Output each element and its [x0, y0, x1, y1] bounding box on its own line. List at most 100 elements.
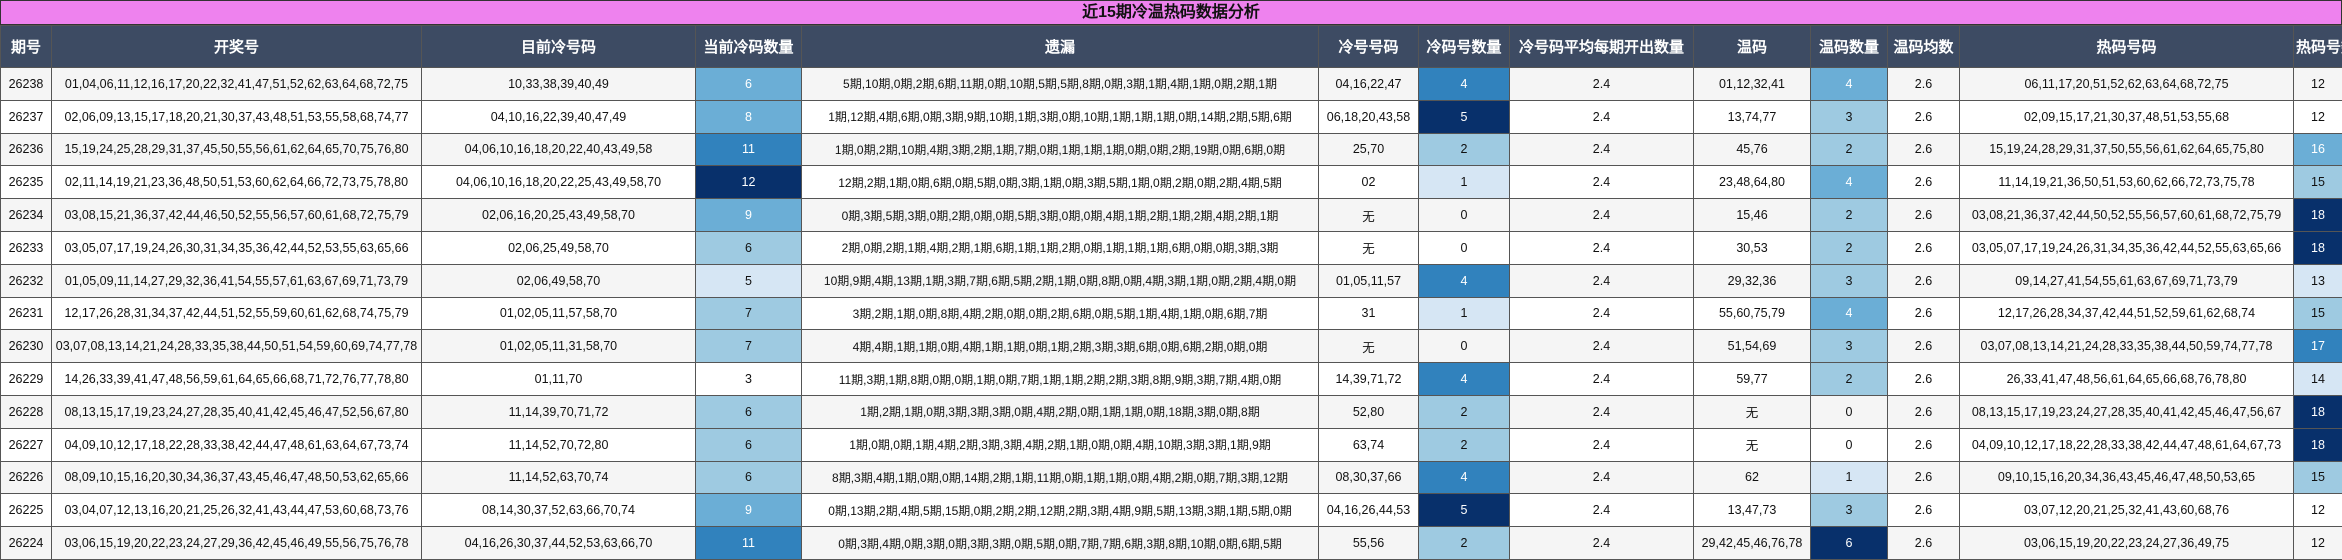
table-row: 2623201,05,09,11,14,27,29,32,36,41,54,55… — [1, 264, 2342, 297]
draw-numbers-cell: 03,06,15,19,20,22,23,24,27,29,36,42,45,4… — [52, 527, 422, 560]
warm-cell: 13,47,73 — [1694, 494, 1811, 527]
col-header-draw-numbers: 开奖号 — [52, 26, 422, 68]
hot-cell: 04,09,10,12,17,18,22,28,33,38,42,44,47,4… — [1960, 428, 2294, 461]
warm-count-cell: 3 — [1811, 494, 1888, 527]
warm-avg-cell: 2.6 — [1888, 133, 1960, 166]
warm-avg-cell: 2.6 — [1888, 461, 1960, 494]
cold-count-cell: 3 — [696, 363, 802, 396]
warm-cell: 01,12,32,41 — [1694, 68, 1811, 101]
warm-cell: 51,54,69 — [1694, 330, 1811, 363]
table-title: 近15期冷温热码数据分析 — [0, 0, 2342, 25]
hot-count-cell: 18 — [2294, 395, 2342, 428]
cold-avg-cell: 2.4 — [1510, 428, 1694, 461]
cold-avg-cell: 2.4 — [1510, 68, 1694, 101]
cold-avg-cell: 2.4 — [1510, 264, 1694, 297]
table-row: 2622403,06,15,19,20,22,23,24,27,29,36,42… — [1, 527, 2342, 560]
hot-count-cell: 17 — [2294, 330, 2342, 363]
current-cold-cell: 04,06,10,16,18,20,22,25,43,49,58,70 — [422, 166, 696, 199]
issue-cell: 26234 — [1, 199, 52, 232]
cold-avg-cell: 2.4 — [1510, 199, 1694, 232]
cold-avg-cell: 2.4 — [1510, 100, 1694, 133]
cold-num-count-cell: 5 — [1419, 100, 1510, 133]
omission-cell: 0期,3期,5期,3期,0期,2期,0期,0期,5期,3期,0期,0期,4期,1… — [802, 199, 1319, 232]
table-row: 2623702,06,09,13,15,17,18,20,21,30,37,43… — [1, 100, 2342, 133]
issue-cell: 26236 — [1, 133, 52, 166]
hot-count-cell: 12 — [2294, 100, 2342, 133]
issue-cell: 26233 — [1, 231, 52, 264]
cold-num-count-cell: 2 — [1419, 133, 1510, 166]
issue-cell: 26227 — [1, 428, 52, 461]
issue-cell: 26230 — [1, 330, 52, 363]
cold-numbers-cell: 06,18,20,43,58 — [1319, 100, 1419, 133]
cold-num-count-cell: 4 — [1419, 264, 1510, 297]
issue-cell: 26224 — [1, 527, 52, 560]
warm-avg-cell: 2.6 — [1888, 363, 1960, 396]
table-row: 2623615,19,24,25,28,29,31,37,45,50,55,56… — [1, 133, 2342, 166]
cold-numbers-cell: 25,70 — [1319, 133, 1419, 166]
table-row: 2622914,26,33,39,41,47,48,56,59,61,64,65… — [1, 363, 2342, 396]
hot-cell: 15,19,24,28,29,31,37,50,55,56,61,62,64,6… — [1960, 133, 2294, 166]
issue-cell: 26231 — [1, 297, 52, 330]
hot-cell: 09,10,15,16,20,34,36,43,45,46,47,48,50,5… — [1960, 461, 2294, 494]
hot-cell: 03,07,12,20,21,25,32,41,43,60,68,76 — [1960, 494, 2294, 527]
col-header-issue: 期号 — [1, 26, 52, 68]
cold-num-count-cell: 4 — [1419, 68, 1510, 101]
warm-count-cell: 2 — [1811, 199, 1888, 232]
hot-count-cell: 14 — [2294, 363, 2342, 396]
draw-numbers-cell: 08,13,15,17,19,23,24,27,28,35,40,41,42,4… — [52, 395, 422, 428]
current-cold-cell: 08,14,30,37,52,63,66,70,74 — [422, 494, 696, 527]
warm-avg-cell: 2.6 — [1888, 264, 1960, 297]
hot-cell: 12,17,26,28,34,37,42,44,51,52,59,61,62,6… — [1960, 297, 2294, 330]
omission-cell: 0期,3期,4期,0期,3期,0期,3期,3期,0期,5期,0期,7期,7期,6… — [802, 527, 1319, 560]
warm-count-cell: 0 — [1811, 395, 1888, 428]
hot-count-cell: 15 — [2294, 461, 2342, 494]
cold-count-cell: 9 — [696, 199, 802, 232]
warm-count-cell: 4 — [1811, 297, 1888, 330]
warm-count-cell: 1 — [1811, 461, 1888, 494]
table-row: 26227 04,09,10,12,17,18,22,28,33,38,42,44… — [1, 428, 2342, 461]
hot-count-cell: 13 — [2294, 264, 2342, 297]
warm-cell: 59,77 — [1694, 363, 1811, 396]
warm-avg-cell: 2.6 — [1888, 199, 1960, 232]
cold-numbers-cell: 14,39,71,72 — [1319, 363, 1419, 396]
cold-avg-cell: 2.4 — [1510, 494, 1694, 527]
current-cold-cell: 01,11,70 — [422, 363, 696, 396]
warm-cell: 15,46 — [1694, 199, 1811, 232]
cold-avg-cell: 2.4 — [1510, 330, 1694, 363]
issue-cell: 26226 — [1, 461, 52, 494]
warm-count-cell: 4 — [1811, 68, 1888, 101]
current-cold-cell: 02,06,25,49,58,70 — [422, 231, 696, 264]
warm-count-cell: 3 — [1811, 100, 1888, 133]
cold-avg-cell: 2.4 — [1510, 461, 1694, 494]
cold-numbers-cell: 01,05,11,57 — [1319, 264, 1419, 297]
warm-cell: 30,53 — [1694, 231, 1811, 264]
col-header-hot-count: 热码号数量 — [2294, 26, 2342, 68]
hot-count-cell: 12 — [2294, 68, 2342, 101]
cold-numbers-cell: 04,16,26,44,53 — [1319, 494, 1419, 527]
cold-avg-cell: 2.4 — [1510, 395, 1694, 428]
cold-count-cell: 12 — [696, 166, 802, 199]
cold-count-cell: 7 — [696, 330, 802, 363]
cold-avg-cell: 2.4 — [1510, 231, 1694, 264]
omission-cell: 11期,3期,1期,8期,0期,0期,1期,0期,7期,1期,1期,2期,2期,… — [802, 363, 1319, 396]
cold-num-count-cell: 0 — [1419, 231, 1510, 264]
draw-numbers-cell: 03,08,15,21,36,37,42,44,46,50,52,55,56,5… — [52, 199, 422, 232]
warm-avg-cell: 2.6 — [1888, 527, 1960, 560]
issue-cell: 26237 — [1, 100, 52, 133]
table-row: 2623403,08,15,21,36,37,42,44,46,50,52,55… — [1, 199, 2342, 232]
warm-count-cell: 3 — [1811, 330, 1888, 363]
warm-cell: 29,42,45,46,76,78 — [1694, 527, 1811, 560]
cold-num-count-cell: 4 — [1419, 363, 1510, 396]
cold-count-cell: 9 — [696, 494, 802, 527]
col-header-hot: 热码号码 — [1960, 26, 2294, 68]
current-cold-cell: 04,10,16,22,39,40,47,49 — [422, 100, 696, 133]
warm-count-cell: 2 — [1811, 133, 1888, 166]
col-header-current-cold: 目前冷号码 — [422, 26, 696, 68]
cold-numbers-cell: 02 — [1319, 166, 1419, 199]
cold-numbers-cell: 31 — [1319, 297, 1419, 330]
draw-numbers-cell: 14,26,33,39,41,47,48,56,59,61,64,65,66,6… — [52, 363, 422, 396]
col-header-cold-num-count: 冷码号数量 — [1419, 26, 1510, 68]
draw-numbers-cell: 15,19,24,25,28,29,31,37,45,50,55,56,61,6… — [52, 133, 422, 166]
col-header-cold-numbers: 冷号号码 — [1319, 26, 1419, 68]
cold-count-cell: 6 — [696, 461, 802, 494]
